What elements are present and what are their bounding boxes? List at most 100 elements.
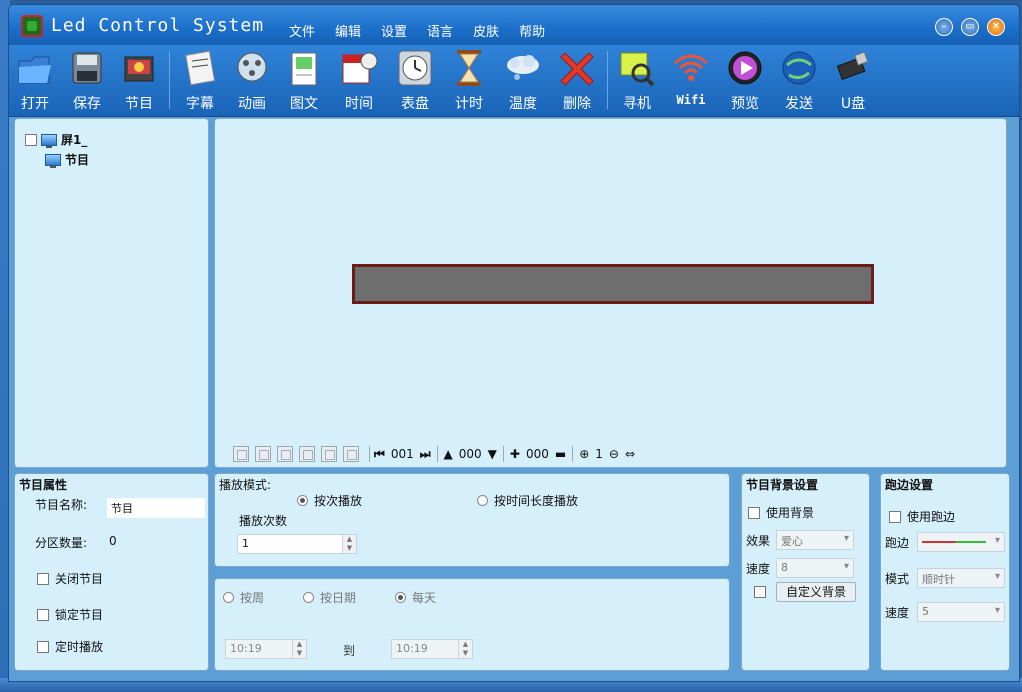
checkbox-box[interactable] (889, 510, 901, 523)
arrow-down-icon[interactable]: ▼ (488, 447, 497, 461)
tool-usb[interactable]: U盘 (827, 47, 879, 113)
menu-edit[interactable]: 编辑 (325, 21, 371, 40)
tool-animation[interactable]: 动画 (226, 47, 278, 113)
delete-icon (557, 47, 597, 89)
border-speed-select[interactable]: 5 (917, 602, 1005, 622)
tool-dial[interactable]: 表盘 (389, 47, 441, 113)
radio-dot[interactable] (297, 495, 308, 506)
fit-screen-icon[interactable]: ⇔ (625, 447, 635, 461)
align-center-icon[interactable] (321, 446, 337, 462)
led-screen-preview[interactable] (352, 264, 874, 304)
mode-select[interactable]: 顺时针 (917, 568, 1005, 588)
tree-program-node[interactable]: 节目 (45, 151, 89, 168)
zoom-value: 1 (595, 447, 603, 461)
menu-help[interactable]: 帮助 (509, 21, 555, 40)
background-settings-panel: 节目背景设置 使用背景 效果 爱心 速度 8 自定义背景 (741, 473, 870, 671)
border-style-select[interactable] (917, 532, 1005, 552)
plus-icon[interactable]: ✚ (510, 447, 520, 461)
monitor-icon (45, 153, 61, 168)
tool-open[interactable]: 打开 (9, 47, 61, 113)
zoom-out-icon[interactable]: ⊖ (609, 447, 619, 461)
program-name-field[interactable]: 节目 (107, 498, 205, 518)
align-middle-icon[interactable] (255, 446, 271, 462)
close-icon[interactable]: ✕ (987, 18, 1005, 36)
layer-value: 000 (458, 447, 482, 461)
border-settings-panel: 跑边设置 使用跑边 跑边 模式 顺时针 速度 5 (880, 473, 1010, 671)
spinner-arrows-icon[interactable]: ▲ ▼ (292, 640, 306, 658)
custom-background-button[interactable]: 自定义背景 (776, 582, 856, 602)
spinner-arrows-icon[interactable]: ▲ ▼ (342, 535, 356, 553)
radio-dot[interactable] (303, 592, 314, 603)
restore-icon[interactable]: ▭ (961, 18, 979, 36)
custom-bg-checkbox[interactable] (754, 586, 766, 598)
align-top-icon[interactable] (233, 446, 249, 462)
use-background-checkbox[interactable]: 使用背景 (748, 504, 814, 521)
panel-title: 跑边设置 (885, 478, 934, 492)
align-right-icon[interactable] (343, 446, 359, 462)
monitor-icon (41, 133, 57, 148)
tree-screen-checkbox[interactable] (25, 133, 37, 146)
play-count-field[interactable]: 1 ▲ ▼ (237, 534, 357, 554)
last-page-icon[interactable]: ⏭ (420, 447, 431, 462)
checkbox-box[interactable] (37, 640, 49, 653)
tool-picture-text[interactable]: 图文 (278, 47, 330, 113)
checkbox-box[interactable] (37, 572, 49, 585)
align-bottom-icon[interactable] (277, 446, 293, 462)
tool-timer[interactable]: 计时 (443, 47, 495, 113)
radio-dot[interactable] (477, 495, 488, 506)
tool-delete[interactable]: 删除 (551, 47, 603, 113)
by-week-radio[interactable]: 按周 (223, 589, 264, 606)
use-border-checkbox[interactable]: 使用跑边 (889, 508, 955, 525)
tool-wifi[interactable]: Wifi (665, 47, 717, 107)
spinner-arrows-icon[interactable]: ▲ ▼ (458, 640, 472, 658)
tool-time[interactable]: 时间 (333, 47, 385, 113)
minimize-icon[interactable]: – (935, 18, 953, 36)
speed-label: 速度 (746, 562, 771, 576)
tool-subtitle[interactable]: 字幕 (174, 47, 226, 113)
radio-dot[interactable] (223, 592, 234, 603)
tool-send[interactable]: 发送 (773, 47, 825, 113)
timed-play-checkbox[interactable]: 定时播放 (37, 638, 103, 655)
search-device-icon (617, 47, 657, 89)
play-mode-panel: 播放模式: 按次播放 按时间长度播放 播放次数 1 ▲ ▼ (214, 473, 730, 567)
tool-preview[interactable]: 预览 (719, 47, 771, 113)
play-by-count-radio[interactable]: 按次播放 (297, 492, 362, 509)
tool-save[interactable]: 保存 (61, 47, 113, 113)
checkbox-box[interactable] (37, 608, 49, 621)
first-page-icon[interactable]: ⏮ (374, 447, 385, 462)
mode-label: 模式 (885, 572, 910, 586)
arrow-up-icon[interactable]: ▲ (444, 447, 453, 461)
page-counter: 001 (390, 447, 414, 461)
program-name-label: 节目名称: (35, 498, 88, 512)
daily-radio[interactable]: 每天 (395, 589, 436, 606)
toolbar-divider (169, 51, 170, 109)
align-left-icon[interactable] (299, 446, 315, 462)
radio-dot[interactable] (395, 592, 406, 603)
lock-program-checkbox[interactable]: 锁定节目 (37, 606, 103, 623)
start-time-field[interactable]: 10:19 ▲ ▼ (225, 639, 307, 659)
end-time-field[interactable]: 10:19 ▲ ▼ (391, 639, 473, 659)
title-bar: Led Control System 文件 编辑 设置 语言 皮肤 帮助 – ▭… (9, 5, 1019, 45)
preview-toolbar: ⏮ 001 ⏭ ▲ 000 ▼ ✚ 000 ▬ ⊕ 1 ⊖ ⇔ (233, 445, 635, 463)
effect-select[interactable]: 爱心 (776, 530, 854, 550)
zoom-in-icon[interactable]: ⊕ (579, 447, 589, 461)
tool-program[interactable]: 节目 (113, 47, 165, 113)
panel-title: 节目属性 (19, 478, 68, 492)
animation-icon (232, 47, 272, 89)
tree-screen-node[interactable]: 屏1_ (25, 131, 87, 148)
close-program-checkbox[interactable]: 关闭节目 (37, 570, 103, 587)
tool-search-device[interactable]: 寻机 (611, 47, 663, 113)
folder-open-icon (15, 47, 55, 89)
picture-text-icon (284, 47, 324, 89)
menu-settings[interactable]: 设置 (371, 21, 417, 40)
by-date-radio[interactable]: 按日期 (303, 589, 356, 606)
play-by-duration-radio[interactable]: 按时间长度播放 (477, 492, 578, 509)
menu-file[interactable]: 文件 (279, 21, 325, 40)
menu-skin[interactable]: 皮肤 (463, 21, 509, 40)
tool-temperature[interactable]: 温度 (497, 47, 549, 113)
minus-icon[interactable]: ▬ (555, 447, 566, 461)
checkbox-box[interactable] (748, 506, 760, 519)
menu-language[interactable]: 语言 (417, 21, 463, 40)
speed-select[interactable]: 8 (776, 558, 854, 578)
save-icon (67, 47, 107, 89)
